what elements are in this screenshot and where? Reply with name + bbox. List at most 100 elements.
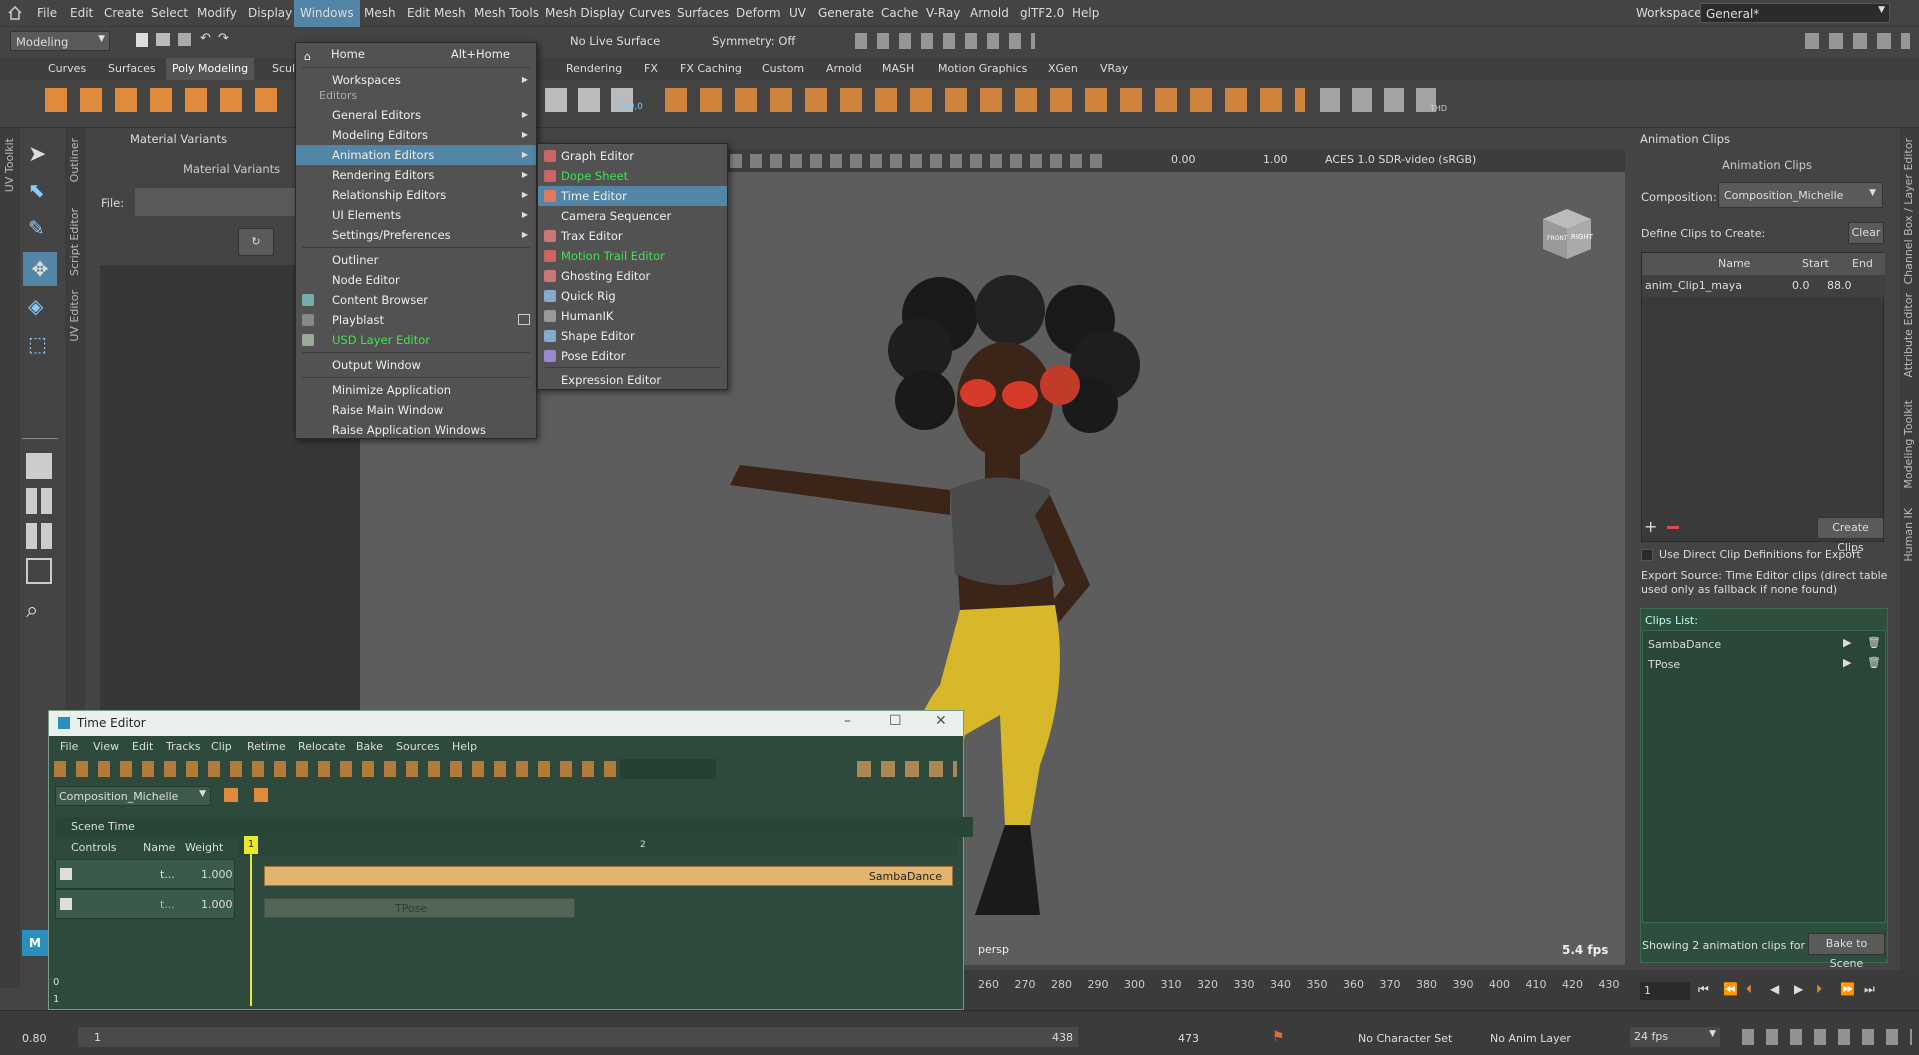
menu-content-browser[interactable]: Content Browser — [296, 290, 536, 310]
key-icon[interactable]: ⚑ — [1272, 1029, 1285, 1045]
menu-settings-preferences[interactable]: Settings/Preferences ▶ — [296, 225, 536, 245]
te-menu-edit[interactable]: Edit — [132, 740, 153, 753]
range-bar-right-icons[interactable] — [1742, 1029, 1912, 1045]
shelf-tab-custom[interactable]: Custom — [762, 62, 804, 75]
layout-four-icon[interactable] — [26, 488, 52, 514]
submenu-camera-sequencer[interactable]: Camera Sequencer — [538, 206, 727, 226]
menu-select[interactable]: Select — [151, 6, 188, 20]
symmetry-label[interactable]: Symmetry: Off — [712, 34, 795, 48]
go-end-icon[interactable]: ⏭ — [1864, 982, 1875, 997]
shelf-tab-arnold[interactable]: Arnold — [826, 62, 862, 75]
trash-icon[interactable]: 🗑 — [1867, 656, 1881, 669]
submenu-shape-editor[interactable]: Shape Editor — [538, 326, 727, 346]
menu-node-editor[interactable]: Node Editor — [296, 270, 536, 290]
shelf-tab-mash[interactable]: MASH — [882, 62, 914, 75]
trash-icon[interactable]: 🗑 — [1867, 636, 1881, 649]
step-back-icon[interactable]: ⏪ — [1723, 982, 1738, 996]
file-icons[interactable]: ↶ ↷ — [136, 31, 236, 49]
save-scene-icon[interactable] — [178, 33, 191, 46]
close-icon[interactable]: ✕ — [935, 713, 947, 729]
undo-icon[interactable]: ↶ — [200, 31, 211, 46]
clip-samba-dance[interactable]: SambaDance — [264, 866, 953, 886]
minimize-icon[interactable]: – — [844, 713, 851, 729]
menu-minimize-application[interactable]: Minimize Application — [296, 380, 536, 400]
viewport-toolbar-icons[interactable] — [730, 154, 1110, 168]
submenu-trax-editor[interactable]: Trax Editor — [538, 226, 727, 246]
track-mute-checkbox[interactable] — [60, 868, 72, 880]
te-menu-sources[interactable]: Sources — [396, 740, 440, 753]
time-editor-titlebar[interactable]: Time Editor – ☐ ✕ — [49, 711, 963, 736]
menu-general-editors[interactable]: General Editors ▶ — [296, 105, 536, 125]
vtab-uv-toolkit[interactable]: UV Toolkit — [3, 138, 16, 192]
time-ruler[interactable]: 2 — [239, 837, 957, 857]
menu-curves[interactable]: Curves — [629, 6, 671, 20]
gamma-value[interactable]: 1.00 — [1263, 153, 1288, 166]
te-menu-bake[interactable]: Bake — [356, 740, 383, 753]
group-tracks-icon[interactable] — [254, 788, 268, 802]
exposure-value[interactable]: 0.00 — [1171, 153, 1196, 166]
menu-cache[interactable]: Cache — [881, 6, 918, 20]
time-editor-toolbar-icons[interactable] — [54, 761, 634, 777]
menu-relationship-editors[interactable]: Relationship Editors ▶ — [296, 185, 536, 205]
list-item[interactable]: TPose ▶ 🗑 — [1643, 654, 1887, 674]
menu-edit-mesh[interactable]: Edit Mesh — [407, 6, 466, 20]
playhead[interactable] — [250, 836, 252, 1006]
go-start-icon[interactable]: ⏮ — [1698, 982, 1709, 997]
outliner-layout-icon[interactable] — [26, 558, 52, 584]
select-tool-icon[interactable]: ➤ — [28, 142, 46, 167]
redo-icon[interactable]: ↷ — [218, 31, 229, 46]
menu-gltf[interactable]: glTF2.0 — [1020, 6, 1064, 20]
menu-usd-layer-editor[interactable]: USD Layer Editor — [296, 330, 536, 350]
range-start-field[interactable]: 0.80 — [22, 1032, 47, 1045]
layout-two-icon[interactable] — [26, 523, 52, 549]
shelf-tab-poly-modeling[interactable]: Poly Modeling — [166, 58, 255, 80]
anim-layer-dropdown[interactable]: No Anim Layer — [1490, 1032, 1571, 1045]
track-weight[interactable]: 1.000 — [201, 898, 233, 911]
home-icon[interactable] — [8, 5, 22, 20]
menu-file[interactable]: File — [37, 6, 57, 20]
prev-key-icon[interactable]: ⏴ — [1746, 982, 1752, 997]
vtab-outliner[interactable]: Outliner — [68, 138, 81, 182]
bake-to-scene-button[interactable]: Bake to Scene — [1808, 933, 1885, 970]
layout-single-icon[interactable] — [26, 453, 52, 479]
rotate-tool-icon[interactable]: ◈ — [28, 294, 43, 318]
header-start[interactable]: Start — [1802, 257, 1829, 270]
te-menu-view[interactable]: View — [93, 740, 119, 753]
poly-primitive-icons[interactable] — [45, 88, 290, 112]
submenu-quick-rig[interactable]: Quick Rig — [538, 286, 727, 306]
menu-modeling-editors[interactable]: Modeling Editors ▶ — [296, 125, 536, 145]
render-icons[interactable] — [855, 33, 1035, 49]
vtab-modeling-toolkit[interactable]: Modeling Toolkit — [1902, 400, 1915, 489]
track-controls-2[interactable]: t... 1.000 — [55, 889, 235, 919]
view-cube[interactable]: FRONT RIGHT — [1535, 203, 1597, 265]
menu-workspaces[interactable]: Workspaces ▶ — [296, 70, 536, 90]
te-menu-relocate[interactable]: Relocate — [298, 740, 346, 753]
menu-raise-main-window[interactable]: Raise Main Window — [296, 400, 536, 420]
te-menu-file[interactable]: File — [60, 740, 78, 753]
menu-help[interactable]: Help — [1072, 6, 1099, 20]
menu-create[interactable]: Create — [104, 6, 144, 20]
te-menu-clip[interactable]: Clip — [211, 740, 232, 753]
search-icon[interactable]: ⌕ — [26, 598, 38, 623]
maximize-icon[interactable]: ☐ — [889, 713, 902, 729]
menu-outliner[interactable]: Outliner — [296, 250, 536, 270]
current-frame-field[interactable]: 1 — [1640, 982, 1690, 1000]
vtab-attribute-editor[interactable]: Attribute Editor — [1902, 293, 1915, 378]
menu-animation-editors[interactable]: Animation Editors ▶ — [296, 145, 536, 165]
range-end-field[interactable]: 473 — [1178, 1032, 1199, 1045]
range-slider[interactable]: 1 438 — [78, 1027, 1078, 1047]
scale-tool-icon[interactable]: ⬚ — [28, 332, 47, 356]
mode-dropdown[interactable]: Modeling ▼ — [10, 31, 110, 51]
workspace-dropdown[interactable]: General* ▼ — [1700, 3, 1890, 23]
shelf-tab-fx[interactable]: FX — [644, 62, 658, 75]
composition-dropdown[interactable]: Composition_Michelle ▼ — [1718, 182, 1883, 208]
menu-surfaces[interactable]: Surfaces — [677, 6, 729, 20]
vtab-script-editor[interactable]: Script Editor — [68, 208, 81, 276]
right-status-icons[interactable] — [1805, 33, 1910, 49]
time-editor-right-icons[interactable] — [857, 761, 957, 777]
add-track-icon[interactable] — [224, 788, 238, 802]
submenu-graph-editor[interactable]: Graph Editor — [538, 146, 727, 166]
shelf-tab-surfaces[interactable]: Surfaces — [108, 62, 156, 75]
te-menu-help[interactable]: Help — [452, 740, 477, 753]
time-editor-search-field[interactable] — [620, 759, 716, 779]
